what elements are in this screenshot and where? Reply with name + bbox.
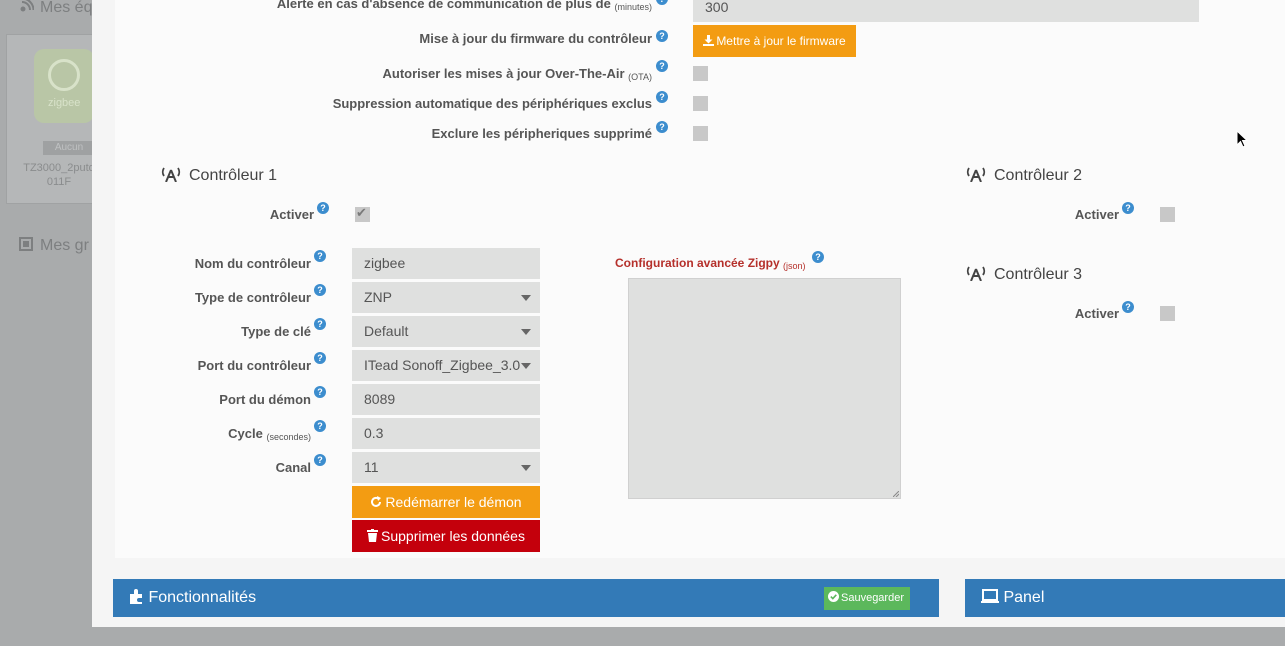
help-icon[interactable]: ? bbox=[656, 30, 668, 42]
help-icon[interactable]: ? bbox=[314, 386, 326, 398]
trash-icon bbox=[367, 521, 378, 553]
help-icon[interactable]: ? bbox=[314, 420, 326, 432]
signal-icon bbox=[18, 0, 35, 14]
status-badge: Aucun bbox=[43, 141, 95, 155]
help-icon[interactable]: ? bbox=[1122, 301, 1134, 313]
controller2-title: Contrôleur 2 bbox=[965, 166, 1082, 185]
resize-grip-icon[interactable] bbox=[893, 491, 899, 497]
daemon-port-label: Port du démon bbox=[219, 392, 311, 407]
update-firmware-button[interactable]: Mettre à jour le firmware bbox=[693, 25, 856, 57]
key-type-select[interactable]: Default bbox=[352, 316, 540, 347]
controller3-title: Contrôleur 3 bbox=[965, 265, 1082, 284]
alert-minutes-input[interactable]: 300 bbox=[693, 0, 1199, 22]
ota-checkbox[interactable] bbox=[693, 66, 708, 81]
help-icon[interactable]: ? bbox=[656, 60, 668, 72]
firmware-label: Mise à jour du firmware du contrôleur bbox=[419, 31, 652, 46]
help-icon[interactable]: ? bbox=[314, 250, 326, 262]
alert-label: Alerte en cas d'absence de communication… bbox=[276, 0, 652, 12]
delete-data-button[interactable]: Supprimer les données bbox=[352, 520, 540, 552]
auto-remove-checkbox[interactable] bbox=[693, 96, 708, 111]
controller-name-label: Nom du contrôleur bbox=[194, 256, 311, 271]
help-icon[interactable]: ? bbox=[656, 121, 668, 133]
controller1-title: Contrôleur 1 bbox=[160, 166, 277, 185]
help-icon[interactable]: ? bbox=[812, 251, 824, 263]
controller-port-label: Port du contrôleur bbox=[197, 358, 311, 373]
background-groups-title: Mes gr bbox=[18, 236, 89, 255]
daemon-port-input[interactable]: 8089 bbox=[352, 384, 540, 415]
cycle-input[interactable]: 0.3 bbox=[352, 418, 540, 449]
auto-remove-label: Suppression automatique des périphérique… bbox=[332, 96, 652, 111]
features-panel-header[interactable]: Fonctionnalités Sauvegarder bbox=[113, 579, 939, 617]
controller-type-select[interactable]: ZNP bbox=[352, 282, 540, 313]
controller1-activate-checkbox[interactable] bbox=[355, 205, 370, 222]
puzzle-icon bbox=[128, 581, 144, 619]
ota-label: Autoriser les mises à jour Over-The-Air … bbox=[382, 66, 652, 82]
antenna-icon bbox=[965, 166, 987, 183]
background-section-title: Mes éq bbox=[18, 0, 92, 17]
controller1-activate-label: Activer bbox=[269, 207, 314, 222]
refresh-icon bbox=[370, 487, 382, 519]
antenna-icon bbox=[160, 166, 182, 183]
advanced-config-label: Configuration avancée Zigpy (json) bbox=[615, 256, 806, 271]
help-icon[interactable]: ? bbox=[314, 318, 326, 330]
advanced-config-textarea[interactable] bbox=[628, 278, 901, 499]
laptop-icon bbox=[981, 581, 999, 619]
exclude-deleted-label: Exclure les péripheriques supprimé bbox=[431, 126, 652, 141]
help-icon[interactable]: ? bbox=[656, 91, 668, 103]
controller3-activate-checkbox[interactable] bbox=[1160, 306, 1175, 321]
help-icon[interactable]: ? bbox=[317, 202, 329, 214]
mouse-cursor-icon bbox=[1236, 130, 1248, 148]
controller2-activate-label: Activer bbox=[1074, 207, 1119, 222]
controller2-activate-checkbox[interactable] bbox=[1160, 207, 1175, 222]
help-icon[interactable]: ? bbox=[1122, 202, 1134, 214]
channel-select[interactable]: 11 bbox=[352, 452, 540, 483]
exclude-deleted-checkbox[interactable] bbox=[693, 126, 708, 141]
panel-label: Panel bbox=[1003, 589, 1045, 606]
cycle-label: Cycle (secondes) bbox=[228, 426, 311, 442]
controller-port-select[interactable]: ITead Sonoff_Zigbee_3.0 bbox=[352, 350, 540, 381]
key-type-label: Type de clé bbox=[241, 324, 311, 339]
groups-icon bbox=[18, 236, 34, 252]
save-button[interactable]: Sauvegarder bbox=[824, 587, 910, 610]
check-circle-icon bbox=[828, 588, 839, 610]
controller-name-input[interactable]: zigbee bbox=[352, 248, 540, 279]
controller3-activate-label: Activer bbox=[1074, 306, 1119, 321]
antenna-icon bbox=[965, 265, 987, 282]
panel-header[interactable]: Panel bbox=[965, 579, 1285, 617]
controller-type-label: Type de contrôleur bbox=[194, 290, 311, 305]
download-icon bbox=[703, 26, 715, 58]
channel-label: Canal bbox=[275, 460, 311, 475]
features-label: Fonctionnalités bbox=[148, 589, 257, 606]
help-icon[interactable]: ? bbox=[314, 284, 326, 296]
zigbee-logo: zigbee bbox=[34, 49, 94, 123]
restart-daemon-button[interactable]: Redémarrer le démon bbox=[352, 486, 540, 518]
help-icon[interactable]: ? bbox=[314, 454, 326, 466]
help-icon[interactable]: ? bbox=[314, 352, 326, 364]
